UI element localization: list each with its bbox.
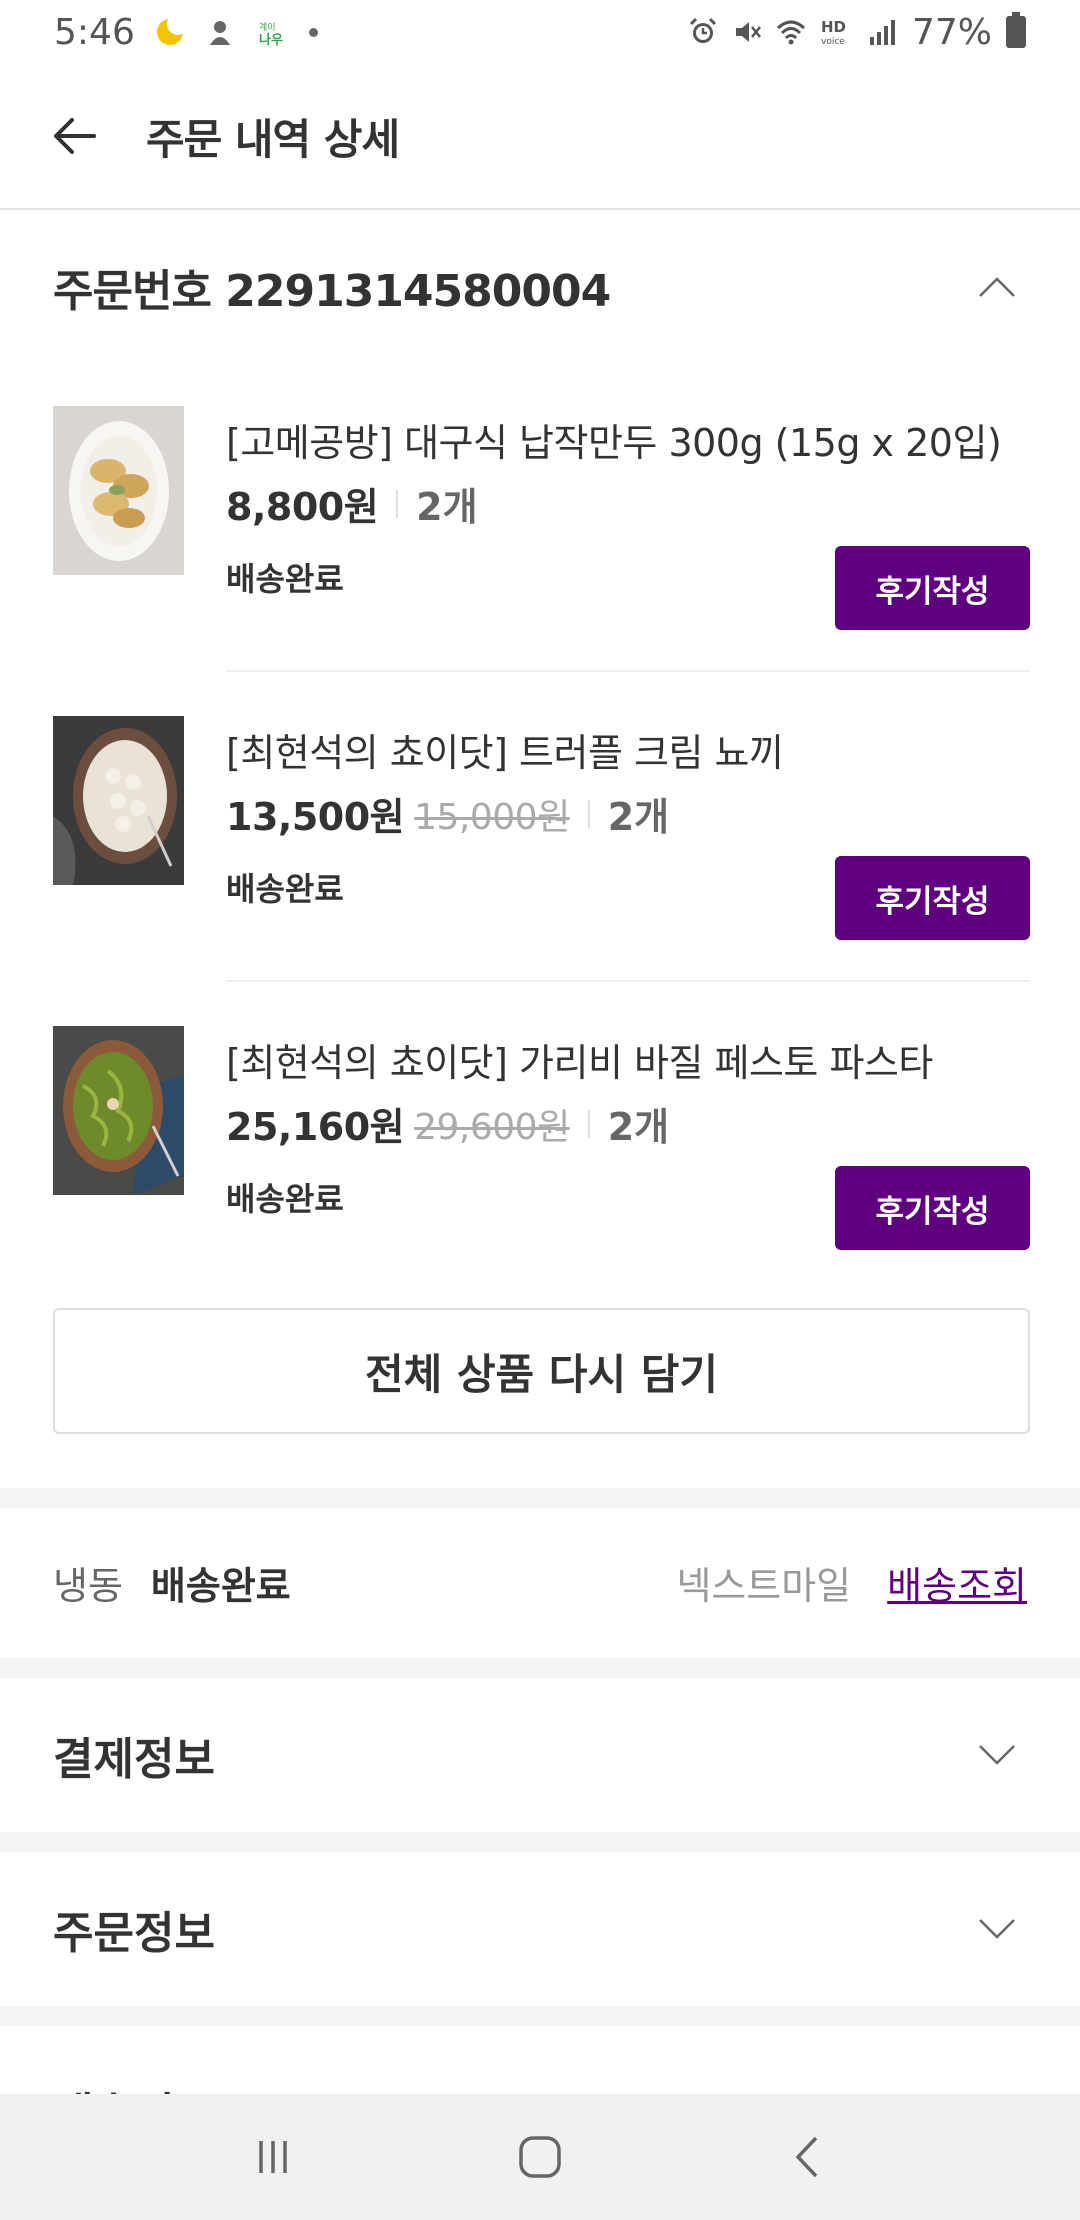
chevron-up-icon (979, 277, 1015, 297)
product-price: 25,160원 (226, 1105, 405, 1149)
product-status: 배송완료 (226, 1180, 344, 1218)
price-divider (396, 489, 399, 518)
home-icon (519, 2136, 561, 2178)
naver-app-icon: 계이나우 (259, 21, 283, 47)
order-info-section[interactable]: 주문정보 (0, 1852, 1080, 2006)
product-quantity: 2개 (607, 795, 670, 839)
section-gap (0, 2006, 1080, 2026)
write-review-button[interactable]: 후기작성 (835, 1166, 1030, 1250)
section-title: 배송정보 (53, 2078, 215, 2094)
product-quantity: 2개 (607, 1105, 670, 1149)
shipping-info-section[interactable]: 배송정보 (0, 2026, 1080, 2094)
pesto-pasta-image (53, 1026, 184, 1195)
svg-text:voice: voice (821, 37, 845, 47)
product-item: [최현석의 쵸이닷] 가리비 바질 페스토 파스타 25,160원 29,600… (0, 982, 1080, 1292)
payment-info-section[interactable]: 결제정보 (0, 1678, 1080, 1832)
order-number: 주문번호 2291314580004 (53, 266, 611, 317)
recent-apps-icon (259, 2141, 288, 2173)
track-delivery-link[interactable]: 배송조회 (887, 1555, 1027, 1610)
price-line: 8,800원 2개 (226, 476, 478, 531)
recent-apps-button[interactable] (223, 2107, 323, 2207)
chevron-down-icon (979, 1919, 1015, 1939)
price-line: 13,500원 15,000원 2개 (226, 786, 669, 841)
expand-toggle[interactable] (967, 1725, 1027, 1785)
status-bar: 5:46 계이 나우 HD voice 77% (0, 0, 1080, 64)
product-quantity: 2개 (416, 485, 478, 529)
status-time: 5:46 (54, 11, 135, 53)
section-gap (0, 1658, 1080, 1678)
battery-percent: 77% (911, 11, 992, 53)
product-thumbnail[interactable] (53, 716, 184, 885)
product-thumbnail[interactable] (53, 1026, 184, 1195)
chevron-down-icon (979, 1745, 1015, 1765)
section-title: 결제정보 (53, 1734, 215, 1785)
product-name[interactable]: [최현석의 쵸이닷] 트러플 크림 뇨끼 (226, 722, 784, 777)
page-title: 주문 내역 상세 (146, 114, 400, 164)
product-thumbnail[interactable] (53, 406, 184, 575)
dumpling-image (53, 406, 184, 575)
notification-dot (308, 27, 318, 37)
arrow-left-icon (54, 118, 96, 154)
order-collapse-toggle[interactable] (967, 257, 1027, 317)
app-header: 주문 내역 상세 (0, 64, 1080, 210)
product-name[interactable]: [최현석의 쵸이닷] 가리비 바질 페스토 파스타 (226, 1032, 933, 1087)
gnocchi-image (53, 716, 184, 885)
wifi-icon (776, 20, 806, 45)
product-status: 배송완료 (226, 560, 344, 598)
order-header[interactable]: 주문번호 2291314580004 (0, 212, 1080, 362)
system-nav-bar (0, 2094, 1080, 2220)
hd-voice-icon: HDvoice (821, 18, 846, 47)
write-review-button[interactable]: 후기작성 (835, 546, 1030, 630)
app-icon (209, 21, 230, 45)
product-status: 배송완료 (226, 870, 344, 908)
delivery-status-row: 냉동 배송완료 넥스트마일 배송조회 (0, 1508, 1080, 1656)
system-back-button[interactable] (757, 2107, 857, 2207)
product-item: [고메공방] 대구식 납작만두 300g (15g x 20입) 8,800원 … (0, 362, 1080, 672)
signal-icon (869, 20, 895, 45)
delivery-type: 냉동 (53, 1563, 123, 1608)
alarm-icon (689, 17, 717, 43)
section-gap (0, 1832, 1080, 1852)
mute-icon (735, 22, 761, 42)
svg-text:HD: HD (821, 18, 846, 36)
svg-text:나우: 나우 (259, 32, 283, 47)
price-divider (587, 799, 590, 828)
section-title: 주문정보 (53, 1908, 215, 1959)
price-line: 25,160원 29,600원 2개 (226, 1096, 669, 1151)
readd-all-button[interactable]: 전체 상품 다시 담기 (53, 1308, 1030, 1434)
price-divider (587, 1109, 590, 1138)
product-price: 8,800원 (226, 485, 379, 529)
original-price: 15,000원 (414, 796, 570, 838)
write-review-button[interactable]: 후기작성 (835, 856, 1030, 940)
product-item: [최현석의 쵸이닷] 트러플 크림 뇨끼 13,500원 15,000원 2개 … (0, 672, 1080, 982)
expand-toggle[interactable] (967, 1899, 1027, 1959)
product-price: 13,500원 (226, 795, 405, 839)
battery-icon (1006, 12, 1026, 48)
delivery-status: 배송완료 (150, 1563, 291, 1608)
home-button[interactable] (490, 2107, 590, 2207)
back-button[interactable] (14, 63, 134, 209)
product-name[interactable]: [고메공방] 대구식 납작만두 300g (15g x 20입) (226, 412, 1002, 467)
original-price: 29,600원 (414, 1106, 570, 1148)
moon-icon (156, 13, 189, 45)
svg-text:계이: 계이 (259, 21, 276, 33)
section-gap (0, 1488, 1080, 1508)
delivery-carrier: 넥스트마일 (676, 1563, 852, 1608)
chevron-left-icon (795, 2136, 817, 2178)
